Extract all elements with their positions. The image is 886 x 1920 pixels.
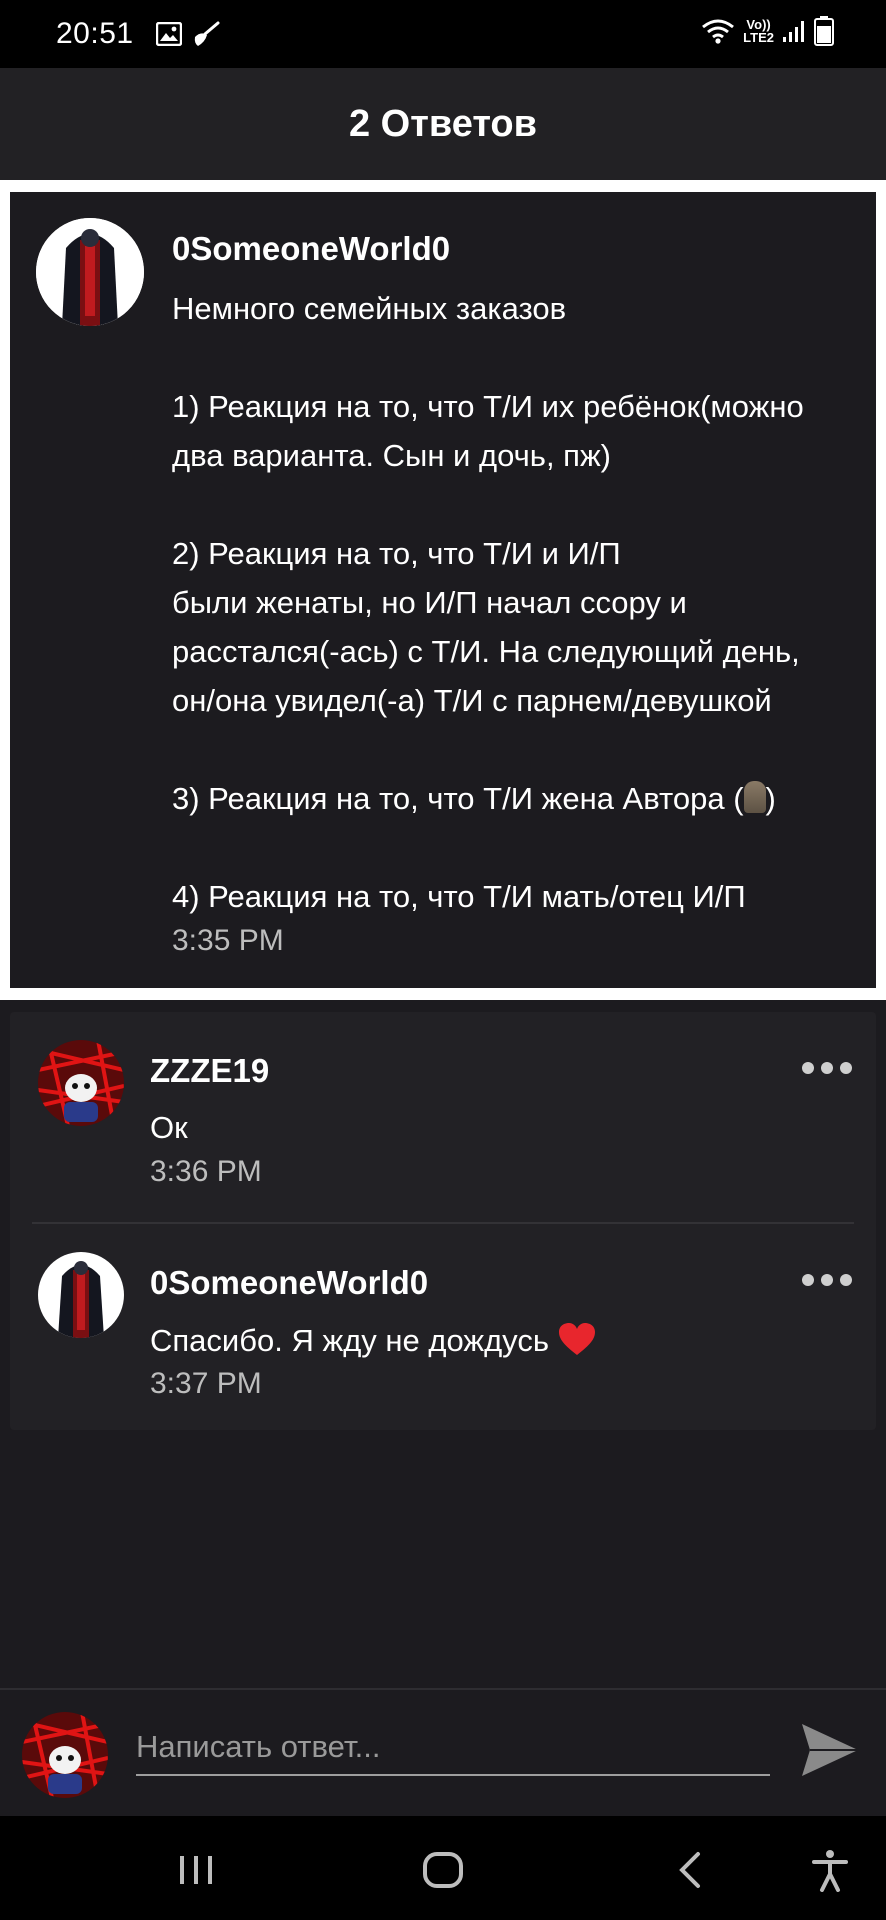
post-line: были женаты, но И/П начал ссору и — [172, 585, 687, 620]
status-right: Vo)) LTE2 — [701, 16, 834, 46]
post-line-suffix: ) — [765, 781, 776, 816]
lte-label: LTE2 — [743, 30, 774, 45]
post-line: он/она увидел(-а) Т/И с парнем/девушкой — [172, 683, 772, 718]
header: 2 Ответов — [0, 68, 886, 180]
dot-icon — [821, 1062, 833, 1074]
dot-icon — [802, 1062, 814, 1074]
replies-list: ZZZE19 Ок 3:36 PM 0SomeoneWorld0 Спасибо… — [10, 1012, 876, 1430]
avatar[interactable] — [38, 1252, 124, 1338]
reply-text-row: Спасибо. Я жду не дождусь — [150, 1322, 596, 1359]
home-icon — [423, 1852, 463, 1888]
dot-icon — [840, 1274, 852, 1286]
reply-text: Спасибо. Я жду не дождусь — [150, 1323, 549, 1358]
wifi-icon — [702, 19, 735, 44]
image-icon — [155, 22, 182, 46]
reply-author[interactable]: ZZZE19 — [150, 1052, 269, 1090]
reply-timestamp: 3:36 PM — [150, 1155, 262, 1188]
battery-icon — [814, 16, 834, 46]
avatar[interactable] — [36, 218, 144, 326]
recent-apps-icon — [180, 1856, 212, 1884]
avatar-image — [38, 1252, 124, 1338]
heart-icon — [558, 1323, 595, 1355]
avatar-image — [22, 1712, 108, 1798]
avatar[interactable] — [38, 1040, 124, 1126]
reply-timestamp: 3:37 PM — [150, 1367, 262, 1400]
reply-composer — [0, 1688, 886, 1816]
post-line: 1) Реакция на то, что Т/И их ребёнок(мож… — [172, 389, 804, 424]
post-line-with-emoji: 3) Реакция на то, что Т/И жена Автора () — [172, 774, 872, 823]
avatar-image — [38, 1040, 124, 1126]
avatar-image — [36, 218, 144, 326]
reply-text: Ок — [150, 1110, 188, 1145]
back-button[interactable] — [664, 1842, 720, 1898]
dot-icon — [821, 1274, 833, 1286]
post-author[interactable]: 0SomeoneWorld0 — [172, 230, 450, 268]
reply-author[interactable]: 0SomeoneWorld0 — [150, 1264, 428, 1302]
post-line: 4) Реакция на то, что Т/И мать/отец И/П — [172, 879, 746, 914]
dot-icon — [840, 1062, 852, 1074]
more-options-button[interactable] — [802, 1062, 852, 1074]
accessibility-button[interactable] — [802, 1842, 858, 1898]
post-body: Немного семейных заказов 1) Реакция на т… — [172, 284, 872, 961]
home-button[interactable] — [415, 1842, 471, 1898]
post-line: Немного семейных заказов — [172, 291, 567, 326]
accessibility-icon — [812, 1850, 848, 1892]
status-left-icons — [155, 21, 220, 47]
post-line: 2) Реакция на то, что Т/И и И/П — [172, 536, 621, 571]
more-options-button[interactable] — [802, 1274, 852, 1286]
post-timestamp: 3:35 PM — [172, 924, 284, 957]
screen: 20:51 Vo)) LTE2 2 Ответов 0SomeoneWorld0… — [0, 0, 886, 1920]
page-title: 2 Ответов — [348, 102, 538, 145]
broom-icon — [194, 21, 220, 46]
network-type: Vo)) LTE2 — [743, 18, 774, 44]
system-nav-bar — [0, 1816, 886, 1920]
reply-input[interactable] — [136, 1720, 770, 1776]
send-icon — [802, 1724, 858, 1776]
original-post: 0SomeoneWorld0 Немного семейных заказов … — [0, 180, 886, 1000]
signal-icon — [783, 21, 804, 42]
recent-apps-button[interactable] — [168, 1842, 224, 1898]
moai-emoji-icon — [743, 781, 766, 813]
reply-item: 0SomeoneWorld0 Спасибо. Я жду не дождусь… — [10, 1224, 876, 1434]
back-icon — [679, 1852, 700, 1888]
reply-item: ZZZE19 Ок 3:36 PM — [10, 1012, 876, 1224]
send-button[interactable] — [798, 1718, 862, 1782]
post-line: два варианта. Сын и дочь, пж) — [172, 438, 612, 473]
dot-icon — [802, 1274, 814, 1286]
post-card: 0SomeoneWorld0 Немного семейных заказов … — [10, 192, 876, 988]
status-bar: 20:51 Vo)) LTE2 — [0, 0, 886, 68]
current-user-avatar[interactable] — [22, 1712, 108, 1798]
status-time: 20:51 — [56, 17, 134, 50]
post-line-text: 3) Реакция на то, что Т/И жена Автора ( — [172, 781, 744, 816]
post-line: расстался(-ась) с Т/И. На следующий день… — [172, 634, 800, 669]
